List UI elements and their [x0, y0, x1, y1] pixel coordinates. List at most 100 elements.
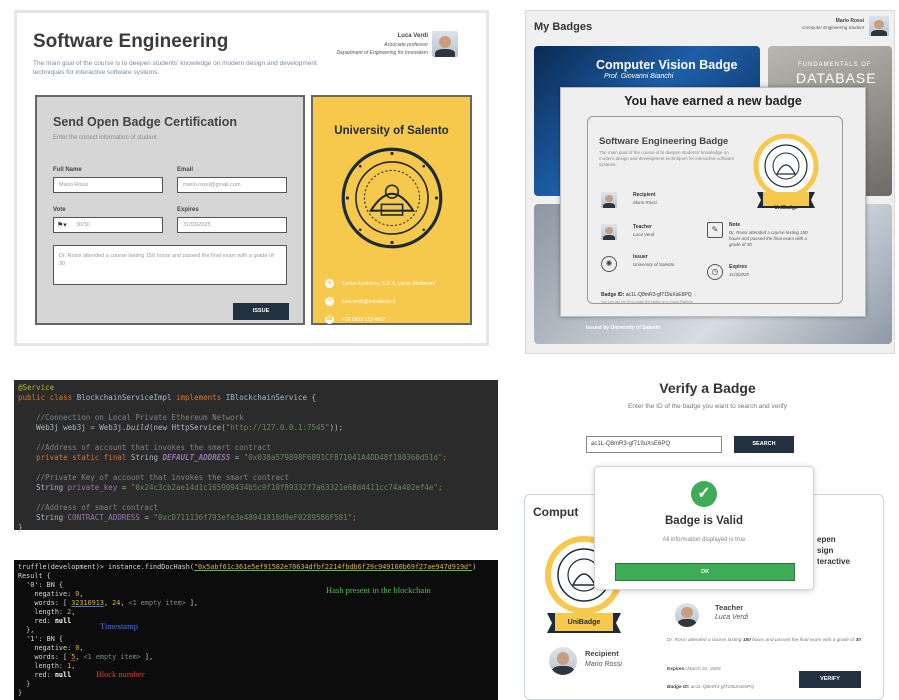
- issuer-value: University of Salento: [633, 262, 675, 267]
- earned-title: You have earned a new badge: [624, 94, 802, 108]
- full-name-label: Full Name: [53, 167, 82, 173]
- teacher-value: Luca Verdi: [715, 614, 749, 621]
- code-line: String CONTRACT_ADDRESS = "0xcD711136f79…: [36, 513, 357, 522]
- console-line: Result {: [18, 572, 51, 580]
- unibadge-medal-icon: [753, 134, 819, 208]
- verify-title: Verify a Badge: [659, 380, 756, 396]
- expires-label: Expires: [729, 264, 748, 270]
- note-label: Note: [729, 222, 741, 228]
- note-icon: ✎: [707, 222, 723, 238]
- code-line: public class BlockchainServiceImpl imple…: [18, 393, 317, 402]
- db-badge-line1: FUNDAMENTALS OF: [798, 62, 872, 68]
- professor-department: Department of Engineering for Innovation: [336, 50, 428, 56]
- expires-value: 31/3/2025: [729, 272, 750, 277]
- full-name-input[interactable]: Mario Rossi: [53, 177, 163, 193]
- console-line: words: [ 32316913, 24, <1 empty item> ],: [18, 599, 199, 607]
- verify-subtitle: Enter the ID of the badge you want to se…: [628, 403, 787, 410]
- student-name: Mario Rossi: [835, 18, 864, 24]
- professor-avatar[interactable]: [432, 31, 458, 57]
- expires-input[interactable]: 31/03/2025: [177, 217, 287, 233]
- issuer-seal-icon: ✺: [601, 256, 617, 272]
- console-line: '1': BN {: [18, 635, 64, 643]
- course-description: The main goal of the course is to deepen…: [33, 60, 317, 76]
- clock-icon: ◷: [707, 264, 723, 280]
- email-input[interactable]: mario.rossi@gmail.com: [177, 177, 287, 193]
- code-line: //Private Key of account that invokes th…: [36, 473, 289, 482]
- recipient-avatar: [549, 647, 577, 675]
- recipient-avatar: [601, 192, 617, 208]
- medal-label: UniBadge: [567, 619, 601, 626]
- note-value: Dr. Rossi attended a course lasting 150 …: [729, 230, 808, 247]
- verify-badge-panel: Verify a Badge Enter the ID of the badge…: [520, 372, 895, 700]
- db-badge-line2: DATABASE: [796, 70, 877, 86]
- verify-button[interactable]: VERIFY: [799, 671, 861, 688]
- flag-icon[interactable]: ⚑▾: [57, 221, 67, 229]
- my-badges-title: My Badges: [534, 21, 593, 33]
- console-line: words: [ 5, <1 empty item> ],: [18, 653, 154, 661]
- dialog-subtitle: All information displayed is true: [662, 537, 746, 543]
- code-line: }: [18, 523, 23, 532]
- console-line: red: null: [18, 617, 72, 625]
- contact-address: ● Centro Ecotekne, S.P. 6, Lecce Montero…: [325, 279, 435, 288]
- location-icon: ●: [325, 279, 334, 288]
- note-textarea[interactable]: Dr. Rossi attended a course lasting 150 …: [53, 245, 287, 285]
- send-certification-panel: Software Engineering The main goal of th…: [14, 10, 489, 346]
- block-number-annotation: Block number: [96, 669, 145, 679]
- recipient-value: Mario Rossi: [633, 200, 657, 205]
- code-line: //Address of smart contract: [36, 503, 158, 512]
- medal-label: UniBadge: [774, 205, 798, 211]
- student-department: Computer Engineering Student: [802, 25, 864, 30]
- code-line: //Address of account that invokes the sm…: [36, 443, 271, 452]
- certification-form: Send Open Badge Certification Enter the …: [35, 95, 305, 325]
- expires-label: Expires: [177, 207, 199, 213]
- dialog-title: Badge is Valid: [665, 515, 743, 527]
- console-line: },: [18, 626, 35, 634]
- console-line: negative: 0,: [18, 644, 84, 652]
- teacher-label: Teacher: [715, 603, 744, 612]
- recipient-label: Recipient: [633, 192, 656, 198]
- console-line: }: [18, 689, 23, 697]
- badge-id-search-input[interactable]: ac1L-Q8mR3-gf719uXsE6PQ: [586, 436, 722, 453]
- verified-badge-desc-3: teractive: [817, 557, 850, 566]
- console-line: length: 2,: [18, 608, 76, 616]
- badge-id: Badge ID: ac1L-Q8mR3-gf719uXsE6PQ: [601, 292, 692, 298]
- recipient-value: Mario Rossi: [585, 661, 622, 668]
- code-line: //Connection on Local Private Ethereum N…: [36, 413, 244, 422]
- issuer-label: Issuer: [633, 254, 648, 260]
- console-line: length: 1,: [18, 662, 76, 670]
- timestamp-annotation: Timestamp: [100, 621, 138, 631]
- teacher-value: Luca Verdi: [633, 232, 655, 237]
- teacher-avatar: [601, 224, 617, 240]
- university-name: University of Salento: [334, 125, 449, 137]
- course-title: Software Engineering: [33, 31, 229, 52]
- verified-note: Dr. Rossi attended a course lasting 150 …: [667, 638, 861, 643]
- issue-button[interactable]: ISSUE: [233, 303, 289, 320]
- teacher-avatar: [675, 603, 699, 627]
- badge-description: The main goal of the course is to deepen…: [599, 150, 735, 167]
- console-line: }: [18, 680, 31, 688]
- earned-badge-modal: You have earned a new badge Software Eng…: [560, 87, 866, 317]
- console-line: red: null: [18, 671, 72, 679]
- mail-icon: ✉: [325, 297, 334, 306]
- student-avatar[interactable]: [869, 16, 889, 36]
- professor-name: Luca Verdi: [397, 33, 428, 39]
- my-badges-panel: My Badges Mario Rossi Computer Engineeri…: [525, 10, 895, 354]
- check-icon: ✓: [691, 481, 717, 507]
- university-card: University of Salento ● Centro Ecotekne,…: [311, 95, 472, 325]
- search-button[interactable]: SEARCH: [734, 436, 794, 453]
- vote-value: 30/30: [76, 222, 90, 228]
- code-line: String private_key = "0x24c3cb2ae14d1c16…: [36, 483, 443, 492]
- email-label: Email: [177, 167, 194, 173]
- badge-title: Software Engineering Badge: [599, 136, 729, 147]
- professor-role: Associate professor: [384, 42, 428, 48]
- verified-badge-desc-2: sign: [817, 546, 834, 555]
- hash-annotation: Hash present in the blockchain: [326, 585, 431, 595]
- university-seal-icon: [341, 147, 443, 249]
- teacher-label: Teacher: [633, 224, 652, 230]
- java-code-panel: @Service public class BlockchainServiceIm…: [14, 380, 498, 532]
- contact-email: ✉ luca.verdi@unisalento.it: [325, 297, 396, 306]
- verified-expires: Expires: March 31, 2025: [667, 667, 721, 672]
- truffle-console-panel: truffle(development)> instance.findDocHa…: [14, 560, 498, 700]
- vote-input[interactable]: ⚑▾ 30/30: [53, 217, 163, 233]
- ok-button[interactable]: OK: [615, 563, 795, 581]
